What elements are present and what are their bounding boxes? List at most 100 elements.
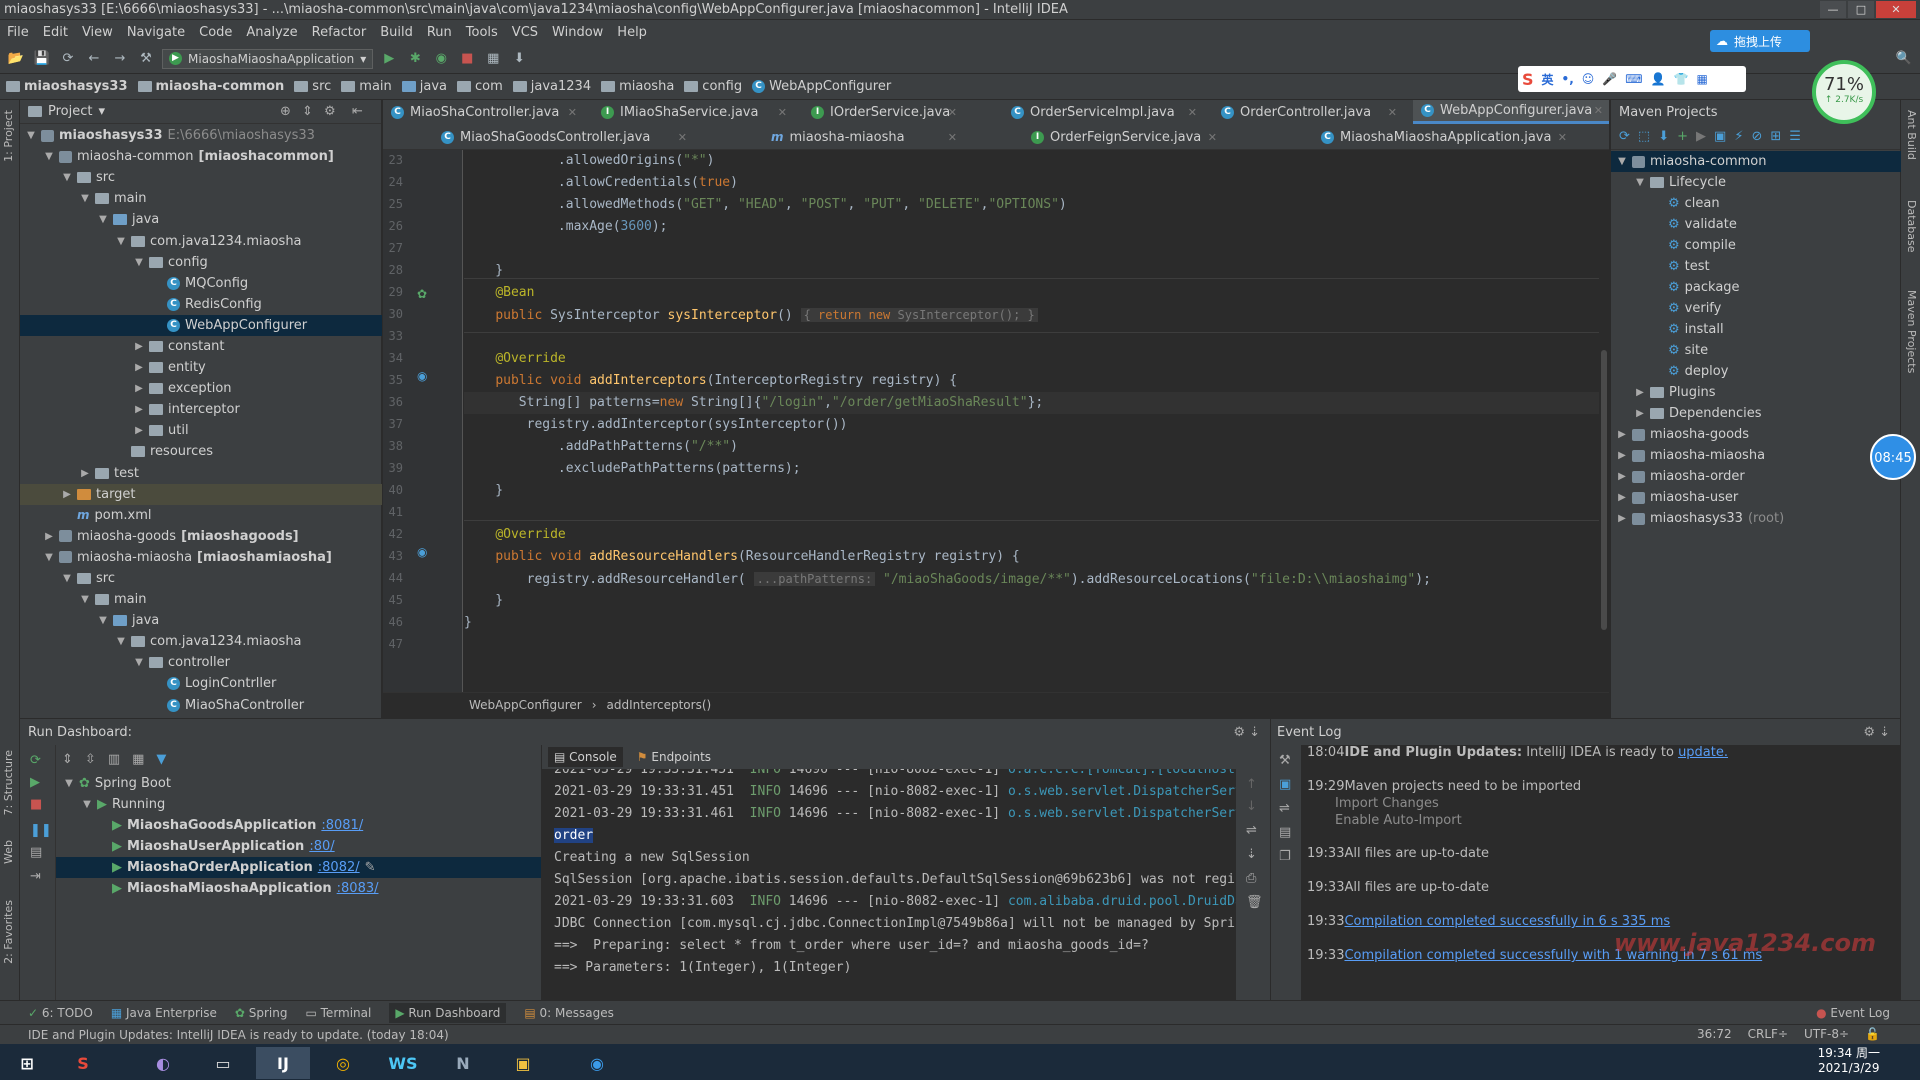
chevron-right-icon[interactable]: ▶: [44, 531, 54, 542]
close-button[interactable]: ✕: [1876, 1, 1916, 18]
tree-item[interactable]: ▼ java: [20, 209, 382, 230]
editor-tab[interactable]: I IMiaoShaService.java ✕: [593, 100, 793, 124]
collapse-all-icon[interactable]: ☰: [1789, 129, 1801, 144]
close-icon[interactable]: ✕: [568, 106, 577, 119]
run-app-item[interactable]: ▶ MiaoshaGoodsApplication :8081/: [56, 815, 541, 836]
breadcrumb-item[interactable]: java: [401, 79, 447, 94]
collapse-icon[interactable]: ⇕: [302, 104, 313, 119]
menu-refactor[interactable]: Refactor: [305, 25, 374, 40]
endpoints-tab[interactable]: ⚑ Endpoints: [637, 750, 711, 764]
tree-item[interactable]: m pom.xml: [20, 505, 382, 526]
pause-icon[interactable]: ❚❚: [30, 823, 52, 838]
tree-item[interactable]: C MiaoShaController: [20, 695, 382, 716]
qq-app-icon[interactable]: ◉: [570, 1047, 624, 1079]
app-port-link[interactable]: :8081/: [321, 818, 363, 833]
tree-item[interactable]: ▶ miaosha-goods: [1611, 424, 1901, 445]
run-app-item[interactable]: ▶ MiaoshaMiaoshaApplication :8083/: [56, 878, 541, 899]
close-icon[interactable]: ✕: [1388, 106, 1397, 119]
down-icon[interactable]: ↓: [1246, 799, 1257, 814]
menu-view[interactable]: View: [75, 25, 120, 40]
menu-tools[interactable]: Tools: [459, 25, 505, 40]
scrollbar-thumb[interactable]: [1601, 350, 1607, 630]
maven-projects-tool-tab[interactable]: Maven Projects: [1905, 290, 1918, 373]
chevron-down-icon[interactable]: ▼: [62, 573, 72, 584]
tree-item[interactable]: ⚙ deploy: [1611, 361, 1901, 382]
tree-item[interactable]: ▼ src: [20, 167, 382, 188]
tree-item[interactable]: ▶ miaosha-goods [miaoshagoods]: [20, 526, 382, 547]
chevron-down-icon[interactable]: ▼: [98, 214, 108, 225]
tree-item[interactable]: C LoginContrller: [20, 673, 382, 694]
chevron-right-icon[interactable]: ▶: [80, 468, 90, 479]
messages-tab[interactable]: ▤ 0: Messages: [524, 1006, 614, 1020]
tree-item[interactable]: ▶ target: [20, 483, 382, 505]
editor-tab-active[interactable]: C WebAppConfigurer.java ✕: [1413, 100, 1609, 124]
eclipse-app-icon[interactable]: ◐: [136, 1047, 190, 1079]
chevron-right-icon[interactable]: ▶: [134, 404, 144, 415]
tree-item[interactable]: C RedisConfig: [20, 294, 382, 315]
timer-bubble[interactable]: 08:45: [1870, 434, 1916, 480]
editor-tab[interactable]: C OrderServiceImpl.java ✕: [1003, 100, 1203, 124]
tree-item[interactable]: ⚙ install: [1611, 319, 1901, 340]
close-icon[interactable]: ✕: [1188, 106, 1197, 119]
forward-icon[interactable]: →: [110, 49, 130, 69]
chevron-down-icon[interactable]: ▼: [26, 130, 36, 141]
tree-item[interactable]: C MQConfig: [20, 273, 382, 294]
chevron-right-icon[interactable]: ▶: [134, 383, 144, 394]
chevron-right-icon[interactable]: ▶: [134, 341, 144, 352]
coverage-icon[interactable]: ◉: [431, 49, 451, 69]
tree-item[interactable]: ▼ com.java1234.miaosha: [20, 631, 382, 652]
soft-wrap-icon[interactable]: ⇌: [1246, 823, 1257, 838]
app-port-link[interactable]: :8083/: [337, 881, 379, 896]
edit-icon[interactable]: ✎: [365, 860, 376, 875]
soft-wrap-icon[interactable]: ⇌: [1279, 801, 1290, 816]
exit-icon[interactable]: ⇥: [30, 869, 41, 884]
tree-item[interactable]: ⚙ verify: [1611, 298, 1901, 319]
settings-icon[interactable]: ⚙ ⇣: [1233, 725, 1260, 740]
keyboard-icon[interactable]: ⌨: [1625, 72, 1642, 86]
close-icon[interactable]: ✕: [1594, 104, 1603, 117]
enable-auto-import-link[interactable]: Enable Auto-Import: [1335, 813, 1462, 828]
tree-item[interactable]: ▶ miaosha-miaosha: [1611, 445, 1901, 466]
tree-item[interactable]: ▶ miaoshasys33 (root): [1611, 508, 1901, 529]
menu-vcs[interactable]: VCS: [505, 25, 545, 40]
close-icon[interactable]: ✕: [1208, 131, 1217, 144]
menu-build[interactable]: Build: [373, 25, 420, 40]
breadcrumb-item[interactable]: com: [457, 79, 503, 94]
java-enterprise-tab[interactable]: ▦ Java Enterprise: [111, 1006, 217, 1020]
save-icon[interactable]: 💾: [32, 49, 52, 69]
chevron-down-icon[interactable]: ▼: [80, 594, 90, 605]
open-icon[interactable]: 📂: [6, 49, 26, 69]
rerun-icon[interactable]: ⟳: [30, 753, 41, 768]
structure-tool-tab[interactable]: 7: Structure: [2, 750, 15, 815]
search-everywhere-icon[interactable]: 🔍: [1894, 49, 1914, 69]
locate-icon[interactable]: ⊕: [280, 104, 291, 119]
tree-item[interactable]: ▶ miaosha-order: [1611, 466, 1901, 487]
run-icon[interactable]: ▶: [30, 775, 40, 790]
console-output[interactable]: 2021-03-29 19:33:31.451 INFO 14696 --- […: [542, 769, 1236, 1011]
reimport-icon[interactable]: ⟳: [1619, 129, 1630, 144]
chevron-down-icon[interactable]: ▼: [116, 636, 126, 647]
chevron-right-icon[interactable]: ▶: [134, 362, 144, 373]
breadcrumb-item[interactable]: src: [294, 79, 331, 94]
system-clock[interactable]: 19:34 周一 2021/3/29: [1818, 1046, 1880, 1076]
chevron-down-icon[interactable]: ▼: [98, 615, 108, 626]
tree-item[interactable]: ▶ Plugins: [1611, 382, 1901, 403]
project-panel-title[interactable]: Project: [48, 104, 92, 119]
app-port-link[interactable]: :8082/: [318, 860, 360, 875]
breadcrumb-item[interactable]: java1234: [512, 79, 591, 94]
tree-item[interactable]: ▼ miaosha-miaosha [miaoshamiaosha]: [20, 547, 382, 568]
debug-icon[interactable]: ✱: [405, 49, 425, 69]
editor-tab[interactable]: I OrderFeignService.java ✕: [1023, 125, 1223, 149]
project-tool-tab[interactable]: 1: Project: [2, 110, 15, 162]
tree-item[interactable]: ▶ Dependencies: [1611, 403, 1901, 424]
skin-icon[interactable]: 👕: [1674, 72, 1689, 86]
tree-item[interactable]: ▼ java: [20, 610, 382, 631]
breadcrumb-item[interactable]: C WebAppConfigurer: [752, 79, 891, 94]
tree-item[interactable]: ⚙ package: [1611, 277, 1901, 298]
copy-icon[interactable]: ❐: [1279, 849, 1291, 864]
expand-all-icon[interactable]: ⇕: [62, 752, 73, 767]
sdk-icon[interactable]: ⬇: [509, 49, 529, 69]
sogou-logo-icon[interactable]: S: [1522, 70, 1534, 89]
run-app-item-selected[interactable]: ▶ MiaoshaOrderApplication :8082/ ✎: [56, 857, 541, 878]
tree-item[interactable]: ▶ constant: [20, 336, 382, 357]
